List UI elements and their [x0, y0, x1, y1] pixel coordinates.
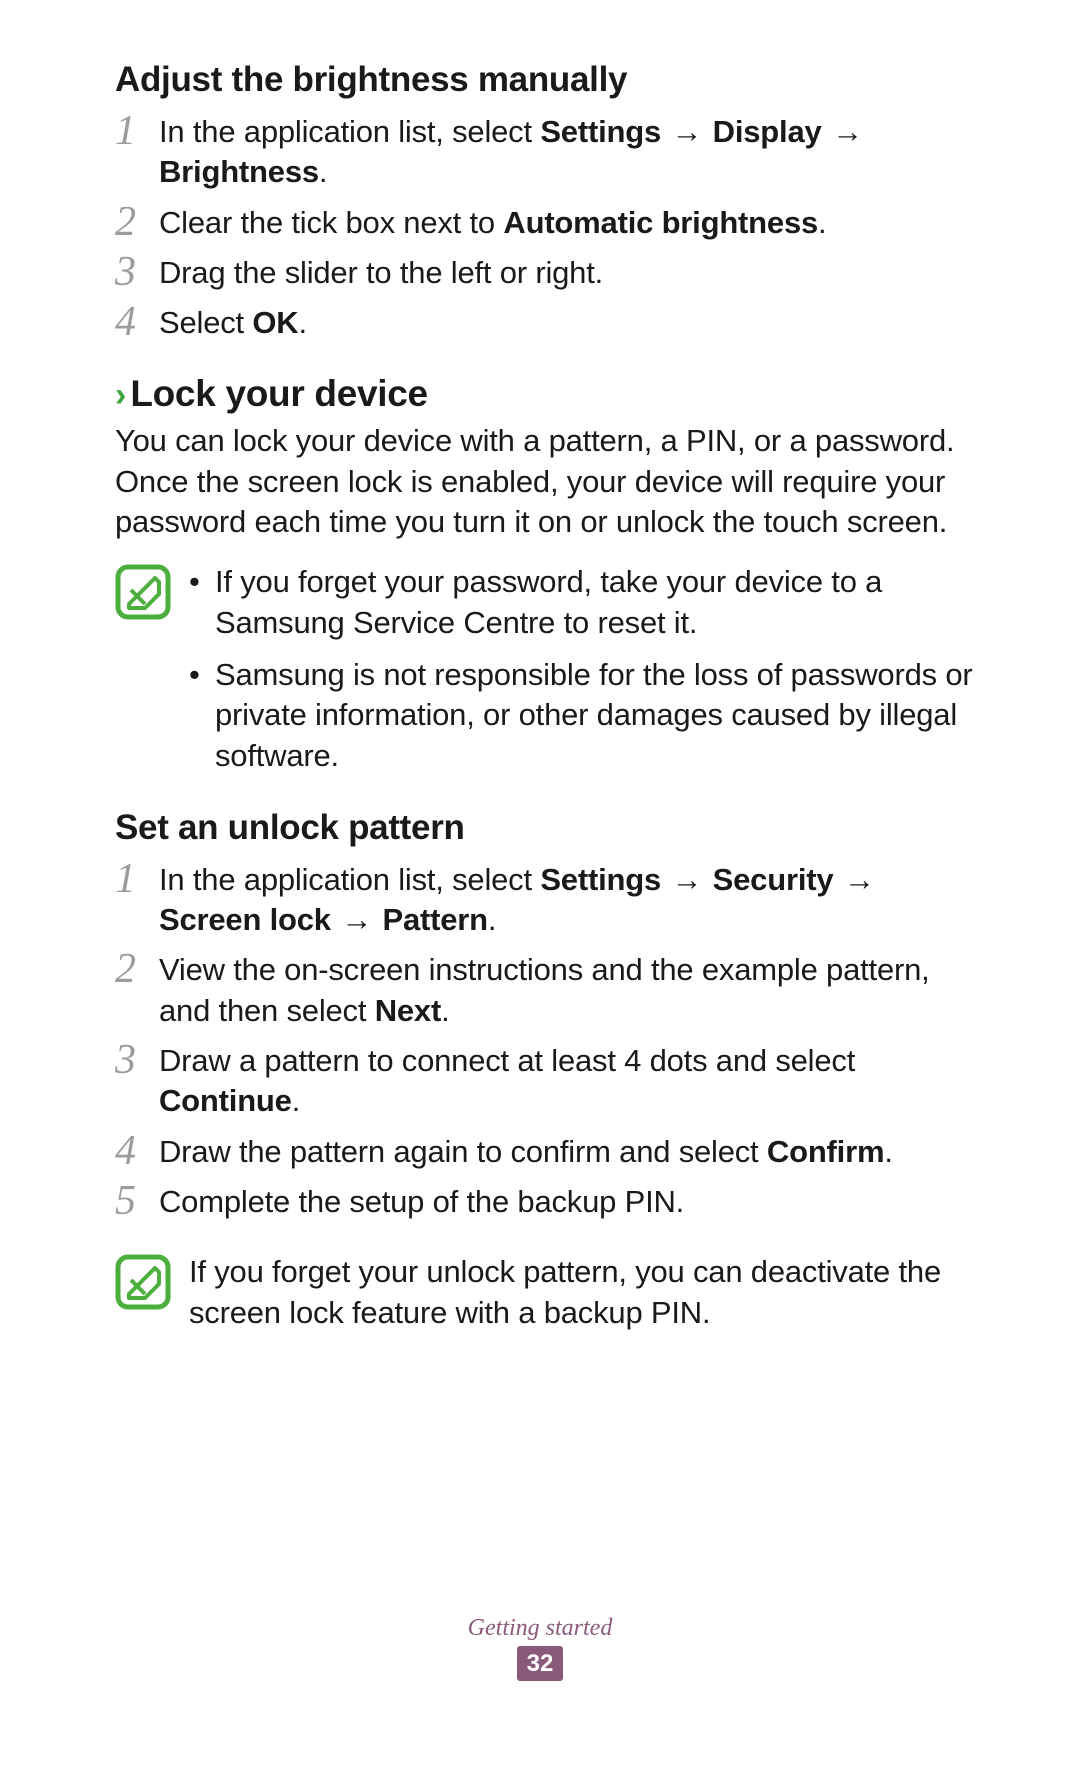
bold: Confirm — [767, 1134, 884, 1169]
text: . — [292, 1083, 300, 1118]
step-4: 4 Draw the pattern again to confirm and … — [115, 1132, 980, 1172]
note-body: If you forget your password, take your d… — [189, 562, 980, 787]
arrow-icon: → — [822, 114, 865, 149]
page-footer: Getting started 32 — [0, 1615, 1080, 1681]
step-number: 3 — [115, 1039, 159, 1081]
step-5: 5 Complete the setup of the backup PIN. — [115, 1182, 980, 1222]
steps-pattern: 1 In the application list, select Settin… — [115, 860, 980, 1222]
steps-brightness: 1 In the application list, select Settin… — [115, 112, 980, 343]
note-item: If you forget your password, take your d… — [189, 562, 980, 643]
bold: Continue — [159, 1083, 292, 1118]
note-block: If you forget your unlock pattern, you c… — [115, 1252, 980, 1333]
text: . — [298, 305, 306, 340]
manual-page: Adjust the brightness manually 1 In the … — [0, 0, 1080, 1771]
text: Select — [159, 305, 252, 340]
bold: Pattern — [382, 902, 487, 937]
step-1: 1 In the application list, select Settin… — [115, 860, 980, 941]
bold: Next — [375, 993, 441, 1028]
text: . — [441, 993, 449, 1028]
page-number-badge: 32 — [517, 1646, 564, 1681]
bold: Security — [713, 862, 834, 897]
chevron-right-icon: › — [115, 377, 120, 414]
step-number: 3 — [115, 251, 159, 293]
text: . — [488, 902, 496, 937]
step-number: 1 — [115, 858, 159, 900]
step-text: Select OK. — [159, 303, 980, 343]
bold: Screen lock — [159, 902, 331, 937]
step-number: 4 — [115, 301, 159, 343]
text: . — [319, 154, 327, 189]
arrow-icon: → — [331, 902, 383, 937]
note-icon — [115, 564, 171, 620]
step-number: 5 — [115, 1180, 159, 1222]
heading-lock-device: Lock your device — [130, 373, 428, 415]
step-number: 2 — [115, 201, 159, 243]
step-text: Complete the setup of the backup PIN. — [159, 1182, 980, 1222]
step-2: 2 View the on-screen instructions and th… — [115, 950, 980, 1031]
footer-chapter-label: Getting started — [0, 1615, 1080, 1642]
note-icon — [115, 1254, 171, 1310]
arrow-icon: → — [661, 862, 713, 897]
text: Draw a pattern to connect at least 4 dot… — [159, 1043, 855, 1078]
step-3: 3 Draw a pattern to connect at least 4 d… — [115, 1041, 980, 1122]
bold: OK — [252, 305, 298, 340]
text: . — [818, 205, 826, 240]
intro-paragraph: You can lock your device with a pattern,… — [115, 421, 980, 542]
step-number: 4 — [115, 1130, 159, 1172]
text: View the on-screen instructions and the … — [159, 952, 930, 1027]
step-text: Clear the tick box next to Automatic bri… — [159, 203, 980, 243]
bold: Brightness — [159, 154, 319, 189]
step-text: In the application list, select Settings… — [159, 112, 980, 193]
text: Clear the tick box next to — [159, 205, 503, 240]
heading-set-pattern: Set an unlock pattern — [115, 808, 980, 848]
arrow-icon: → — [661, 114, 713, 149]
bold: Display — [713, 114, 822, 149]
bold: Automatic brightness — [503, 205, 818, 240]
bold: Settings — [540, 114, 661, 149]
step-text: Drag the slider to the left or right. — [159, 253, 980, 293]
step-4: 4 Select OK. — [115, 303, 980, 343]
step-3: 3 Drag the slider to the left or right. — [115, 253, 980, 293]
step-text: Draw a pattern to connect at least 4 dot… — [159, 1041, 980, 1122]
step-text: In the application list, select Settings… — [159, 860, 980, 941]
step-1: 1 In the application list, select Settin… — [115, 112, 980, 193]
step-2: 2 Clear the tick box next to Automatic b… — [115, 203, 980, 243]
note-block: If you forget your password, take your d… — [115, 562, 980, 787]
text: In the application list, select — [159, 862, 540, 897]
step-number: 2 — [115, 948, 159, 990]
section-header-lock: › Lock your device — [115, 373, 980, 415]
step-text: View the on-screen instructions and the … — [159, 950, 980, 1031]
heading-adjust-brightness: Adjust the brightness manually — [115, 60, 980, 100]
text: . — [884, 1134, 892, 1169]
step-number: 1 — [115, 110, 159, 152]
text: In the application list, select — [159, 114, 540, 149]
bold: Settings — [540, 862, 661, 897]
note-item: Samsung is not responsible for the loss … — [189, 655, 980, 776]
text: Draw the pattern again to confirm and se… — [159, 1134, 767, 1169]
arrow-icon: → — [833, 862, 876, 897]
step-text: Draw the pattern again to confirm and se… — [159, 1132, 980, 1172]
note-text: If you forget your unlock pattern, you c… — [189, 1252, 980, 1333]
